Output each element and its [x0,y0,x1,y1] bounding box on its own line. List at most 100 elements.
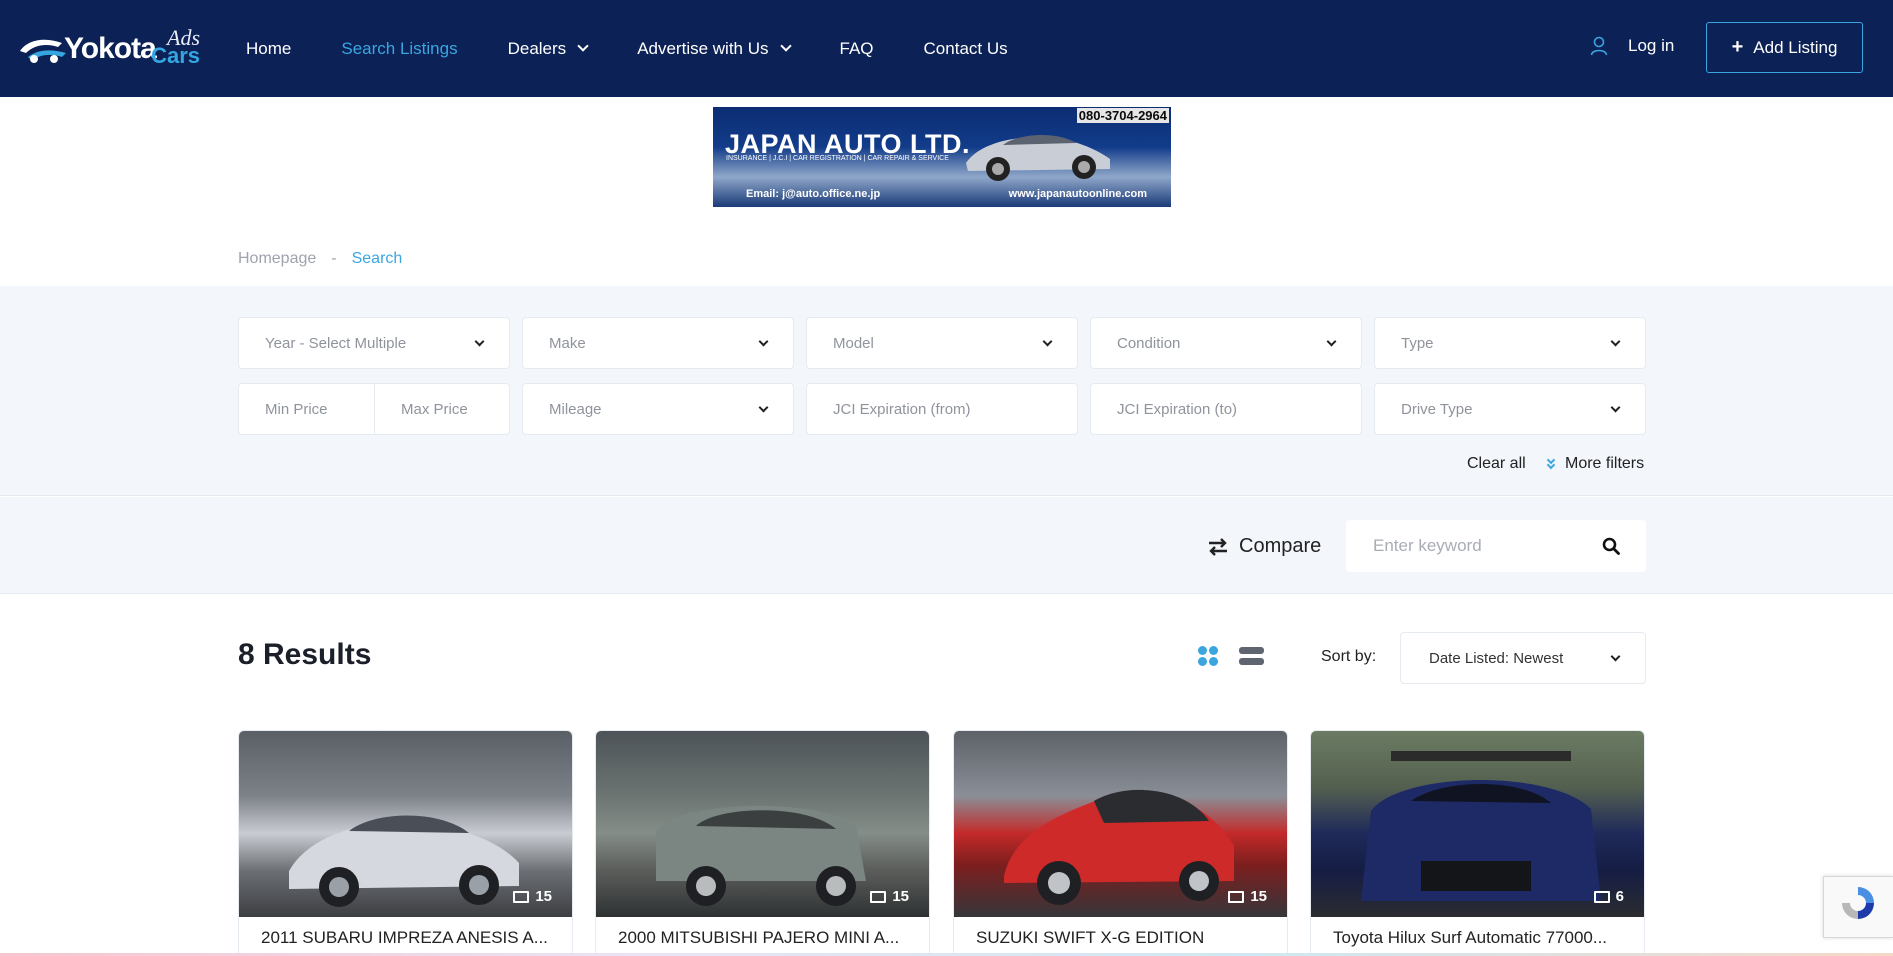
sports-car-image [966,134,1110,181]
keyword-input[interactable] [1346,536,1586,556]
chevron-down-icon [1042,336,1053,347]
nav-dealers[interactable]: Dealers [507,38,589,59]
keyword-search [1346,520,1646,572]
banner-phone: 080-3704-2964 [1076,108,1169,123]
nav-contact[interactable]: Contact Us [924,39,1008,59]
drive-type-select[interactable]: Drive Type [1374,383,1646,435]
make-select-label: Make [549,334,586,352]
car-silhouette-image [656,805,866,906]
double-chevron-down-icon [1546,455,1556,471]
make-select[interactable]: Make [522,317,794,369]
more-filters-button[interactable]: More filters [1546,455,1644,473]
listing-title[interactable]: SUZUKI SWIFT X-G EDITION [976,928,1272,948]
max-price-input[interactable]: Max Price [374,384,509,434]
year-select[interactable]: Year - Select Multiple [238,317,510,369]
breadcrumb: Homepage - Search [238,250,402,268]
condition-select-label: Condition [1117,334,1181,352]
jci-to-placeholder: JCI Expiration (to) [1117,400,1238,418]
min-price-input[interactable]: Min Price [239,384,374,434]
chevron-down-icon [577,40,589,52]
listing-card[interactable]: 6 Toyota Hilux Surf Automatic 77000... [1310,730,1645,956]
sort-select-value: Date Listed: Newest [1429,649,1564,667]
car-silhouette-image [1004,789,1234,905]
photo-count: 6 [1593,888,1624,905]
results-count: 8 Results [238,638,372,671]
plus-icon: + [1731,36,1744,58]
nav-dealers-label: Dealers [507,38,567,58]
nav-home[interactable]: Home [246,39,291,59]
listing-photo[interactable]: 6 [1311,731,1644,917]
chevron-down-icon [1610,402,1621,413]
car-swoosh-icon [20,39,66,63]
sort-by-label: Sort by: [1321,648,1377,665]
nav-search-listings[interactable]: Search Listings [341,39,457,59]
chevron-down-icon [758,336,769,347]
banner-subtitle: INSURANCE | J.C.I | CAR REGISTRATION | C… [726,155,949,162]
jci-from-input[interactable]: JCI Expiration (from) [806,383,1078,435]
compare-label: Compare [1239,535,1322,557]
type-select-label: Type [1401,334,1434,352]
sort-select[interactable]: Date Listed: Newest [1400,632,1646,684]
mileage-select[interactable]: Mileage [522,383,794,435]
jci-to-input[interactable]: JCI Expiration (to) [1090,383,1362,435]
grid-view-icon[interactable] [1197,645,1219,667]
clear-all-button[interactable]: Clear all [1467,455,1526,473]
nav-faq-label: FAQ [839,38,874,58]
listing-card[interactable]: 15 SUZUKI SWIFT X-G EDITION [953,730,1288,956]
main-nav: Home Search Listings Dealers Advertise w… [246,0,1058,97]
photo-count: 15 [870,888,909,905]
top-navbar: Yokota Ads Cars Home Search Listings Dea… [0,0,1893,97]
condition-select[interactable]: Condition [1090,317,1362,369]
listing-card[interactable]: 15 2011 SUBARU IMPREZA ANESIS A... [238,730,573,956]
price-range: Min Price Max Price [238,383,510,435]
photo-count: 15 [1228,888,1267,905]
nav-faq[interactable]: FAQ [840,39,874,59]
chevron-down-icon [758,402,769,413]
image-icon [513,890,530,903]
car-silhouette-image [289,815,519,907]
logo-brand-text: Yokota [64,32,157,65]
car-silhouette-image [1361,751,1601,901]
compare-button[interactable]: Compare [1207,535,1321,558]
mileage-select-label: Mileage [549,400,602,418]
listing-photo[interactable]: 15 [596,731,929,917]
chevron-down-icon [1326,336,1337,347]
swap-arrows-icon [1209,537,1227,556]
image-icon [1228,890,1245,903]
listing-card[interactable]: 15 2000 MITSUBISHI PAJERO MINI A... [595,730,930,956]
logo-cars-text: Cars [151,43,200,68]
max-price-placeholder: Max Price [401,400,468,418]
drive-type-select-label: Drive Type [1401,400,1473,418]
listing-title[interactable]: 2000 MITSUBISHI PAJERO MINI A... [618,928,914,948]
model-select[interactable]: Model [806,317,1078,369]
photo-count-value: 6 [1615,888,1624,905]
jci-from-placeholder: JCI Expiration (from) [833,400,971,418]
login-link[interactable]: Log in [1590,36,1674,56]
image-icon [1593,890,1610,903]
nav-home-label: Home [246,38,292,58]
nav-advertise[interactable]: Advertise with Us [637,38,792,59]
list-view-icon[interactable] [1239,646,1264,666]
listing-title[interactable]: 2011 SUBARU IMPREZA ANESIS A... [261,928,557,948]
recaptcha-icon [1842,887,1874,919]
listing-title[interactable]: Toyota Hilux Surf Automatic 77000... [1333,928,1629,948]
breadcrumb-home[interactable]: Homepage [238,250,316,268]
search-icon[interactable] [1602,537,1620,555]
photo-count-value: 15 [535,888,552,905]
add-listing-label: Add Listing [1753,37,1838,57]
add-listing-button[interactable]: + Add Listing [1706,22,1863,73]
advertisement-banner[interactable]: 080-3704-2964 JAPAN AUTO LTD. INSURANCE … [713,107,1171,207]
type-select[interactable]: Type [1374,317,1646,369]
site-logo[interactable]: Yokota Ads Cars [18,27,200,70]
chevron-down-icon [1610,651,1621,662]
chevron-down-icon [1610,336,1621,347]
more-filters-label: More filters [1565,455,1645,472]
min-price-placeholder: Min Price [265,400,328,418]
login-label: Log in [1628,36,1675,55]
listing-photo[interactable]: 15 [239,731,572,917]
nav-advertise-label: Advertise with Us [637,38,769,58]
breadcrumb-separator: - [331,250,337,267]
user-icon [1590,36,1608,56]
recaptcha-badge[interactable] [1823,876,1893,938]
listing-photo[interactable]: 15 [954,731,1287,917]
